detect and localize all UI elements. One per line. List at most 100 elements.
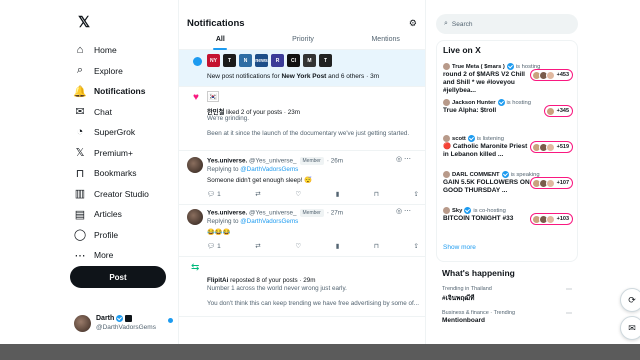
live-listeners-pill[interactable]: +519 <box>529 141 573 153</box>
sidebar-item-creator-studio[interactable]: ▥ Creator Studio <box>66 184 176 205</box>
replying-to: Replying to @DarthVadorsGems <box>207 166 298 173</box>
more-icon: ⋯ <box>74 249 86 262</box>
tab-all[interactable]: All <box>179 36 262 50</box>
source-avatar[interactable]: M <box>303 54 316 67</box>
like-icon[interactable]: ♡ <box>295 190 301 198</box>
source-avatars: NY T Nnews R CI M T <box>207 54 332 67</box>
live-space-item[interactable]: True Meta ( $mars ) is hosting round 2 of … <box>443 63 575 95</box>
status-dot <box>168 318 173 323</box>
source-avatar[interactable]: NY <box>207 54 220 67</box>
avatar <box>443 171 450 178</box>
share-icon[interactable]: ⇪ <box>414 190 419 198</box>
sidebar-item-articles[interactable]: ▤ Articles <box>66 204 176 225</box>
repost-icon[interactable]: ⇄ <box>255 190 260 198</box>
tab-mentions[interactable]: Mentions <box>344 36 425 50</box>
source-avatar[interactable]: R <box>271 54 284 67</box>
grok-icon[interactable]: ◎ ⋯ <box>396 155 411 163</box>
reply-handle: @Yes_universe_ <box>249 209 297 217</box>
source-avatar[interactable]: N <box>239 54 252 67</box>
sidebar-item-supergrok[interactable]: ◔ SuperGrok <box>66 122 176 143</box>
bookmark-icon[interactable]: ⊓ <box>374 242 379 250</box>
new-post-account: New York Post <box>281 73 327 80</box>
live-host-status: is hosting <box>506 99 532 106</box>
source-avatar[interactable]: news <box>255 54 268 67</box>
more-options-icon[interactable]: ⋯ <box>566 286 572 293</box>
profile-name: Darth <box>96 315 115 322</box>
sidebar-item-premium[interactable]: 𝕏 Premium+ <box>66 143 176 164</box>
sidebar-item-chat[interactable]: ✉ Chat <box>66 102 176 123</box>
repost-icon[interactable]: ⇄ <box>255 242 260 250</box>
trend-item[interactable]: Business & finance · Trending Mentionboar… <box>442 310 574 324</box>
live-listeners-pill[interactable]: +103 <box>529 213 573 225</box>
sidebar-item-more[interactable]: ⋯ More <box>66 245 176 266</box>
live-listeners-pill[interactable]: +453 <box>529 69 573 81</box>
sidebar-item-label: More <box>94 250 114 261</box>
sidebar-item-explore[interactable]: ⌕ Explore <box>66 61 176 82</box>
articles-icon: ▤ <box>74 208 86 221</box>
tab-priority[interactable]: Priority <box>262 36 345 50</box>
sidebar-item-profile[interactable]: ◯ Profile <box>66 225 176 246</box>
source-avatar[interactable]: T <box>319 54 332 67</box>
chat-icon: ✉ <box>75 106 85 119</box>
replying-handle-link[interactable]: @DarthVadorsGems <box>240 166 298 173</box>
bookmark-icon[interactable]: ⊓ <box>374 190 379 198</box>
more-options-icon[interactable]: ⋯ <box>566 310 572 317</box>
show-more-link[interactable]: Show more <box>443 244 476 251</box>
live-host-name: DARL COMMENT <box>452 171 500 178</box>
grok-fab-icon[interactable]: ⟳ <box>620 288 640 312</box>
reply-action[interactable]: 💬︎ 1 <box>207 190 221 198</box>
x-logo-icon[interactable]: 𝕏 <box>74 12 94 32</box>
messages-fab-icon[interactable]: ✉ <box>620 316 640 340</box>
sidebar-item-bookmarks[interactable]: ⊓ Bookmarks <box>66 163 176 184</box>
search-placeholder: Search <box>451 20 473 28</box>
repost-notification[interactable]: ⇆ FlipitAi reposted 8 of your posts · 29… <box>179 257 425 317</box>
views-icon[interactable]: ▮ <box>336 190 340 198</box>
live-listeners-pill[interactable]: +107 <box>529 177 573 189</box>
share-icon[interactable]: ⇪ <box>414 242 419 250</box>
reply-icon: 💬︎ <box>207 243 216 250</box>
new-post-notification[interactable]: NY T Nnews R CI M T New post notifications for… <box>179 50 425 87</box>
repost-actor: FlipitAi <box>207 277 229 284</box>
live-space-item[interactable]: Sky is co-hosting BITCOIN TONIGHT #33 +103 <box>443 207 575 225</box>
trend-meta: Trending in Thailand <box>442 286 492 292</box>
search-input[interactable]: ⌕ Search <box>436 14 578 34</box>
live-space-item[interactable]: scott is listening 🔴 Catholic Maronite Pri… <box>443 135 575 159</box>
member-badge: Member <box>299 157 324 165</box>
avatar <box>545 70 555 80</box>
sidebar-item-notifications[interactable]: 🔔 Notifications <box>66 81 176 102</box>
live-host-status: is listening <box>476 135 504 142</box>
nav-list: ⌂ Home ⌕ Explore 🔔 Notifications ✉ Chat ◔ SuperGr… <box>66 40 176 266</box>
sidebar-item-home[interactable]: ⌂ Home <box>66 40 176 61</box>
live-listeners-pill[interactable]: +345 <box>543 105 573 117</box>
like-icon[interactable]: ♡ <box>295 242 301 250</box>
sidebar-item-label: Home <box>94 45 117 56</box>
grok-icon[interactable]: ◎ ⋯ <box>396 207 411 215</box>
account-switcher[interactable]: Darth @DarthVadorsGems <box>74 314 184 332</box>
source-avatar[interactable]: T <box>223 54 236 67</box>
source-avatar[interactable]: CI <box>287 54 300 67</box>
notification-bell-icon <box>193 57 202 66</box>
profile-icon: ◯ <box>73 229 87 242</box>
listener-count: +103 <box>556 216 569 222</box>
trend-item[interactable]: Trending in Thailand #เจินพฤฒีที ⋯ <box>442 286 574 303</box>
views-icon[interactable]: ▮ <box>336 242 340 250</box>
sidebar-item-label: Premium+ <box>94 147 133 158</box>
replying-label: Replying to <box>207 218 241 225</box>
notifications-header: Notifications ⚙ All Priority Mentions <box>179 0 425 50</box>
search-icon: ⌕ <box>444 20 448 27</box>
notifications-column: Notifications ⚙ All Priority Mentions NY… <box>178 0 426 344</box>
reply-action[interactable]: 💬︎ 1 <box>207 242 221 250</box>
verified-badge-icon <box>467 135 475 142</box>
settings-gear-icon[interactable]: ⚙ <box>409 18 417 29</box>
avatar <box>443 63 450 70</box>
like-notification[interactable]: ♥ 🇰🇷 한민철 liked 2 of your posts · 23m We'… <box>179 87 425 151</box>
replying-handle-link[interactable]: @DarthVadorsGems <box>240 218 298 225</box>
reply-notification[interactable]: Yes.universe. @Yes_universe_ Member · 27m … <box>179 205 425 257</box>
new-post-suffix: and 6 others · 3m <box>326 73 380 80</box>
reply-notification[interactable]: Yes.universe. @Yes_universe_ Member · 26m … <box>179 151 425 205</box>
live-host-name: Jackson Hunter <box>452 99 496 106</box>
live-space-item[interactable]: Jackson Hunter is hosting True Alpha: $tro… <box>443 99 575 117</box>
verified-badge-icon <box>501 171 509 178</box>
post-button[interactable]: Post <box>70 266 166 288</box>
live-space-item[interactable]: DARL COMMENT is speaking GAIN 5.5K FOLLOWE… <box>443 171 575 195</box>
